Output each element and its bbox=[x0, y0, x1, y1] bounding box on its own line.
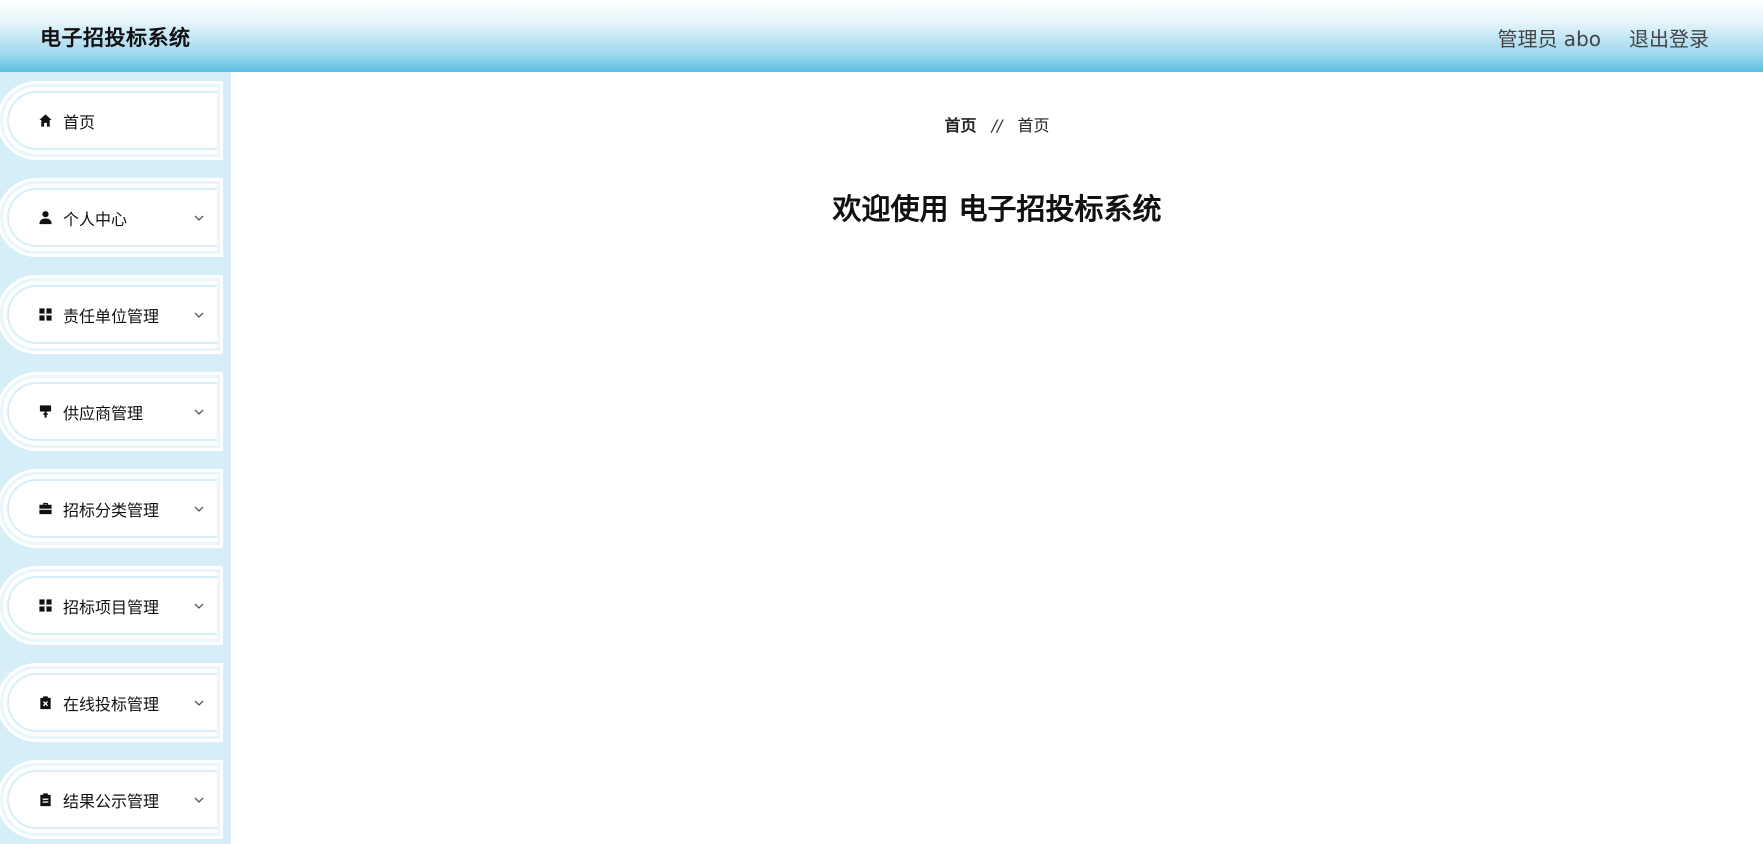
breadcrumb-home[interactable]: 首页 bbox=[945, 116, 977, 135]
sidebar-item-label: 招标分类管理 bbox=[63, 500, 160, 520]
grid-icon bbox=[37, 598, 53, 614]
clipboard-x-icon bbox=[37, 695, 53, 711]
paint-roller-icon bbox=[37, 404, 53, 420]
main-content: 首页 // 首页 欢迎使用 电子招投标系统 bbox=[231, 72, 1763, 844]
header-bar: 电子招投标系统 管理员 abo 退出登录 bbox=[0, 0, 1763, 72]
logout-link[interactable]: 退出登录 bbox=[1629, 23, 1709, 52]
user-icon bbox=[37, 210, 53, 226]
chevron-down-icon bbox=[193, 406, 205, 418]
breadcrumb: 首页 // 首页 bbox=[231, 112, 1763, 136]
chevron-down-icon bbox=[193, 309, 205, 321]
home-icon bbox=[37, 113, 53, 129]
sidebar-item-online-bidding[interactable]: 在线投标管理 bbox=[0, 666, 220, 739]
chevron-down-icon bbox=[193, 212, 205, 224]
app-title: 电子招投标系统 bbox=[40, 26, 191, 50]
sidebar-item-bid-project[interactable]: 招标项目管理 bbox=[0, 569, 220, 642]
sidebar-item-label: 责任单位管理 bbox=[63, 306, 160, 326]
breadcrumb-current: 首页 bbox=[1017, 116, 1050, 135]
chevron-down-icon bbox=[193, 600, 205, 612]
welcome-heading: 欢迎使用 电子招投标系统 bbox=[832, 192, 1162, 226]
clipboard-icon bbox=[37, 792, 53, 808]
user-area: 管理员 abo 退出登录 bbox=[1497, 23, 1709, 52]
sidebar-item-label: 在线投标管理 bbox=[63, 694, 160, 714]
sidebar-item-responsible-unit[interactable]: 责任单位管理 bbox=[0, 278, 220, 351]
sidebar-item-label: 结果公示管理 bbox=[63, 791, 160, 811]
sidebar-item-label: 招标项目管理 bbox=[63, 597, 160, 617]
breadcrumb-separator: // bbox=[991, 116, 1003, 135]
grid-icon bbox=[37, 307, 53, 323]
chevron-down-icon bbox=[193, 503, 205, 515]
chevron-down-icon bbox=[193, 697, 205, 709]
sidebar-item-label: 首页 bbox=[63, 112, 96, 132]
sidebar-item-supplier[interactable]: 供应商管理 bbox=[0, 375, 220, 448]
sidebar-item-personal-center[interactable]: 个人中心 bbox=[0, 181, 220, 254]
sidebar-item-label: 供应商管理 bbox=[63, 403, 144, 423]
current-user-label: 管理员 abo bbox=[1497, 27, 1601, 51]
briefcase-icon bbox=[37, 501, 53, 517]
sidebar-item-label: 个人中心 bbox=[63, 209, 128, 229]
sidebar-item-bid-category[interactable]: 招标分类管理 bbox=[0, 472, 220, 545]
chevron-down-icon bbox=[193, 794, 205, 806]
sidebar-item-home[interactable]: 首页 bbox=[0, 84, 220, 157]
sidebar-item-result-announcement[interactable]: 结果公示管理 bbox=[0, 763, 220, 836]
sidebar: 首页 个人中心 责任单位管理 供应商管理 招标分类管理 招标项目管理 在线投标管… bbox=[0, 72, 231, 844]
